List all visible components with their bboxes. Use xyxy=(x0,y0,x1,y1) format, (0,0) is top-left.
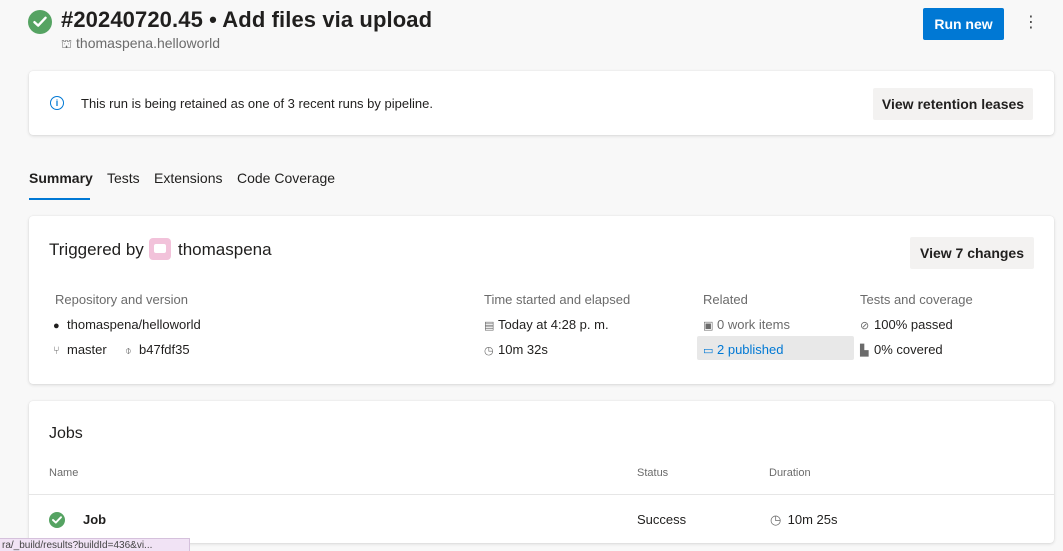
work-items-text: 0 work items xyxy=(717,317,790,332)
tests-passed-link[interactable]: ⊘ 100% passed xyxy=(860,317,953,332)
clock-icon: ◷ xyxy=(770,512,782,527)
active-tab-indicator xyxy=(29,198,90,200)
run-new-button[interactable]: Run new xyxy=(923,8,1004,40)
branch-icon: ⑂ xyxy=(53,345,60,357)
commit-icon: ⌽ xyxy=(125,345,132,357)
work-items: ▣ 0 work items xyxy=(703,317,790,332)
divider xyxy=(29,494,1054,495)
run-title: #20240720.45 • Add files via upload xyxy=(61,7,433,32)
more-options-icon[interactable]: ⋮ xyxy=(1022,12,1040,36)
time-elapsed-text: 10m 32s xyxy=(498,342,548,357)
triggered-by-label: Triggered by xyxy=(49,240,144,259)
jobs-card: Jobs Name Status Duration Job Success ◷ … xyxy=(29,401,1054,543)
artifact-icon: ▭ xyxy=(703,345,714,357)
coverage-link[interactable]: ▙ 0% covered xyxy=(860,342,943,357)
branch-link[interactable]: ⑂ master xyxy=(53,342,107,357)
retention-banner: i This run is being retained as one of 3… xyxy=(29,71,1054,135)
pipeline-label: thomaspena.helloworld xyxy=(76,35,221,51)
work-item-icon: ▣ xyxy=(703,320,714,332)
time-started: ▤ Today at 4:28 p. m. xyxy=(484,317,609,332)
job-success-icon xyxy=(49,512,65,528)
branch-name: master xyxy=(67,342,107,357)
repository-heading: Repository and version xyxy=(55,292,188,307)
time-elapsed: ◷ 10m 32s xyxy=(484,342,548,357)
calendar-icon: ▤ xyxy=(484,320,495,332)
pipeline-name[interactable]: ⛫ thomaspena.helloworld xyxy=(61,35,220,53)
retention-message: This run is being retained as one of 3 r… xyxy=(81,96,433,111)
clock-icon: ◷ xyxy=(484,345,494,357)
job-status: Success xyxy=(637,512,687,527)
time-heading: Time started and elapsed xyxy=(484,292,631,307)
view-retention-leases-button[interactable]: View retention leases xyxy=(873,88,1033,120)
repo-link[interactable]: ● thomaspena/helloworld xyxy=(53,317,201,332)
coverage-text: 0% covered xyxy=(874,342,943,357)
column-header-status: Status xyxy=(637,467,669,479)
tab-tests[interactable]: Tests xyxy=(107,170,140,186)
job-duration-text: 10m 25s xyxy=(787,512,838,527)
column-header-name: Name xyxy=(49,467,79,479)
status-bar-url: ra/_build/results?buildId=436&vi... xyxy=(0,538,190,551)
time-started-text: Today at 4:28 p. m. xyxy=(498,317,609,332)
published-link[interactable]: ▭ 2 published xyxy=(703,342,784,357)
tab-summary[interactable]: Summary xyxy=(29,170,93,186)
github-icon: ● xyxy=(53,320,60,332)
check-circle-icon: ⊘ xyxy=(860,320,870,332)
summary-card: Triggered by thomaspena View 7 changes R… xyxy=(29,216,1054,384)
job-name[interactable]: Job xyxy=(83,512,106,527)
column-header-duration: Duration xyxy=(769,467,811,479)
repo-name: thomaspena/helloworld xyxy=(67,317,201,332)
triggered-by-user[interactable]: thomaspena xyxy=(178,240,272,260)
coverage-icon: ▙ xyxy=(860,345,869,357)
tests-heading: Tests and coverage xyxy=(860,292,973,307)
jobs-title: Jobs xyxy=(49,425,83,442)
commit-hash: b47fdf35 xyxy=(139,342,190,357)
tab-extensions[interactable]: Extensions xyxy=(154,170,222,186)
tab-code-coverage[interactable]: Code Coverage xyxy=(237,170,335,186)
view-changes-button[interactable]: View 7 changes xyxy=(910,237,1034,269)
related-heading: Related xyxy=(703,292,748,307)
info-icon: i xyxy=(50,96,64,110)
avatar xyxy=(149,238,171,260)
commit-link[interactable]: ⌽ b47fdf35 xyxy=(125,342,190,358)
pipeline-icon: ⛫ xyxy=(61,37,73,51)
job-duration: ◷ 10m 25s xyxy=(770,512,838,528)
run-success-icon xyxy=(28,10,52,34)
tests-passed-text: 100% passed xyxy=(874,317,953,332)
published-text: 2 published xyxy=(717,342,784,357)
